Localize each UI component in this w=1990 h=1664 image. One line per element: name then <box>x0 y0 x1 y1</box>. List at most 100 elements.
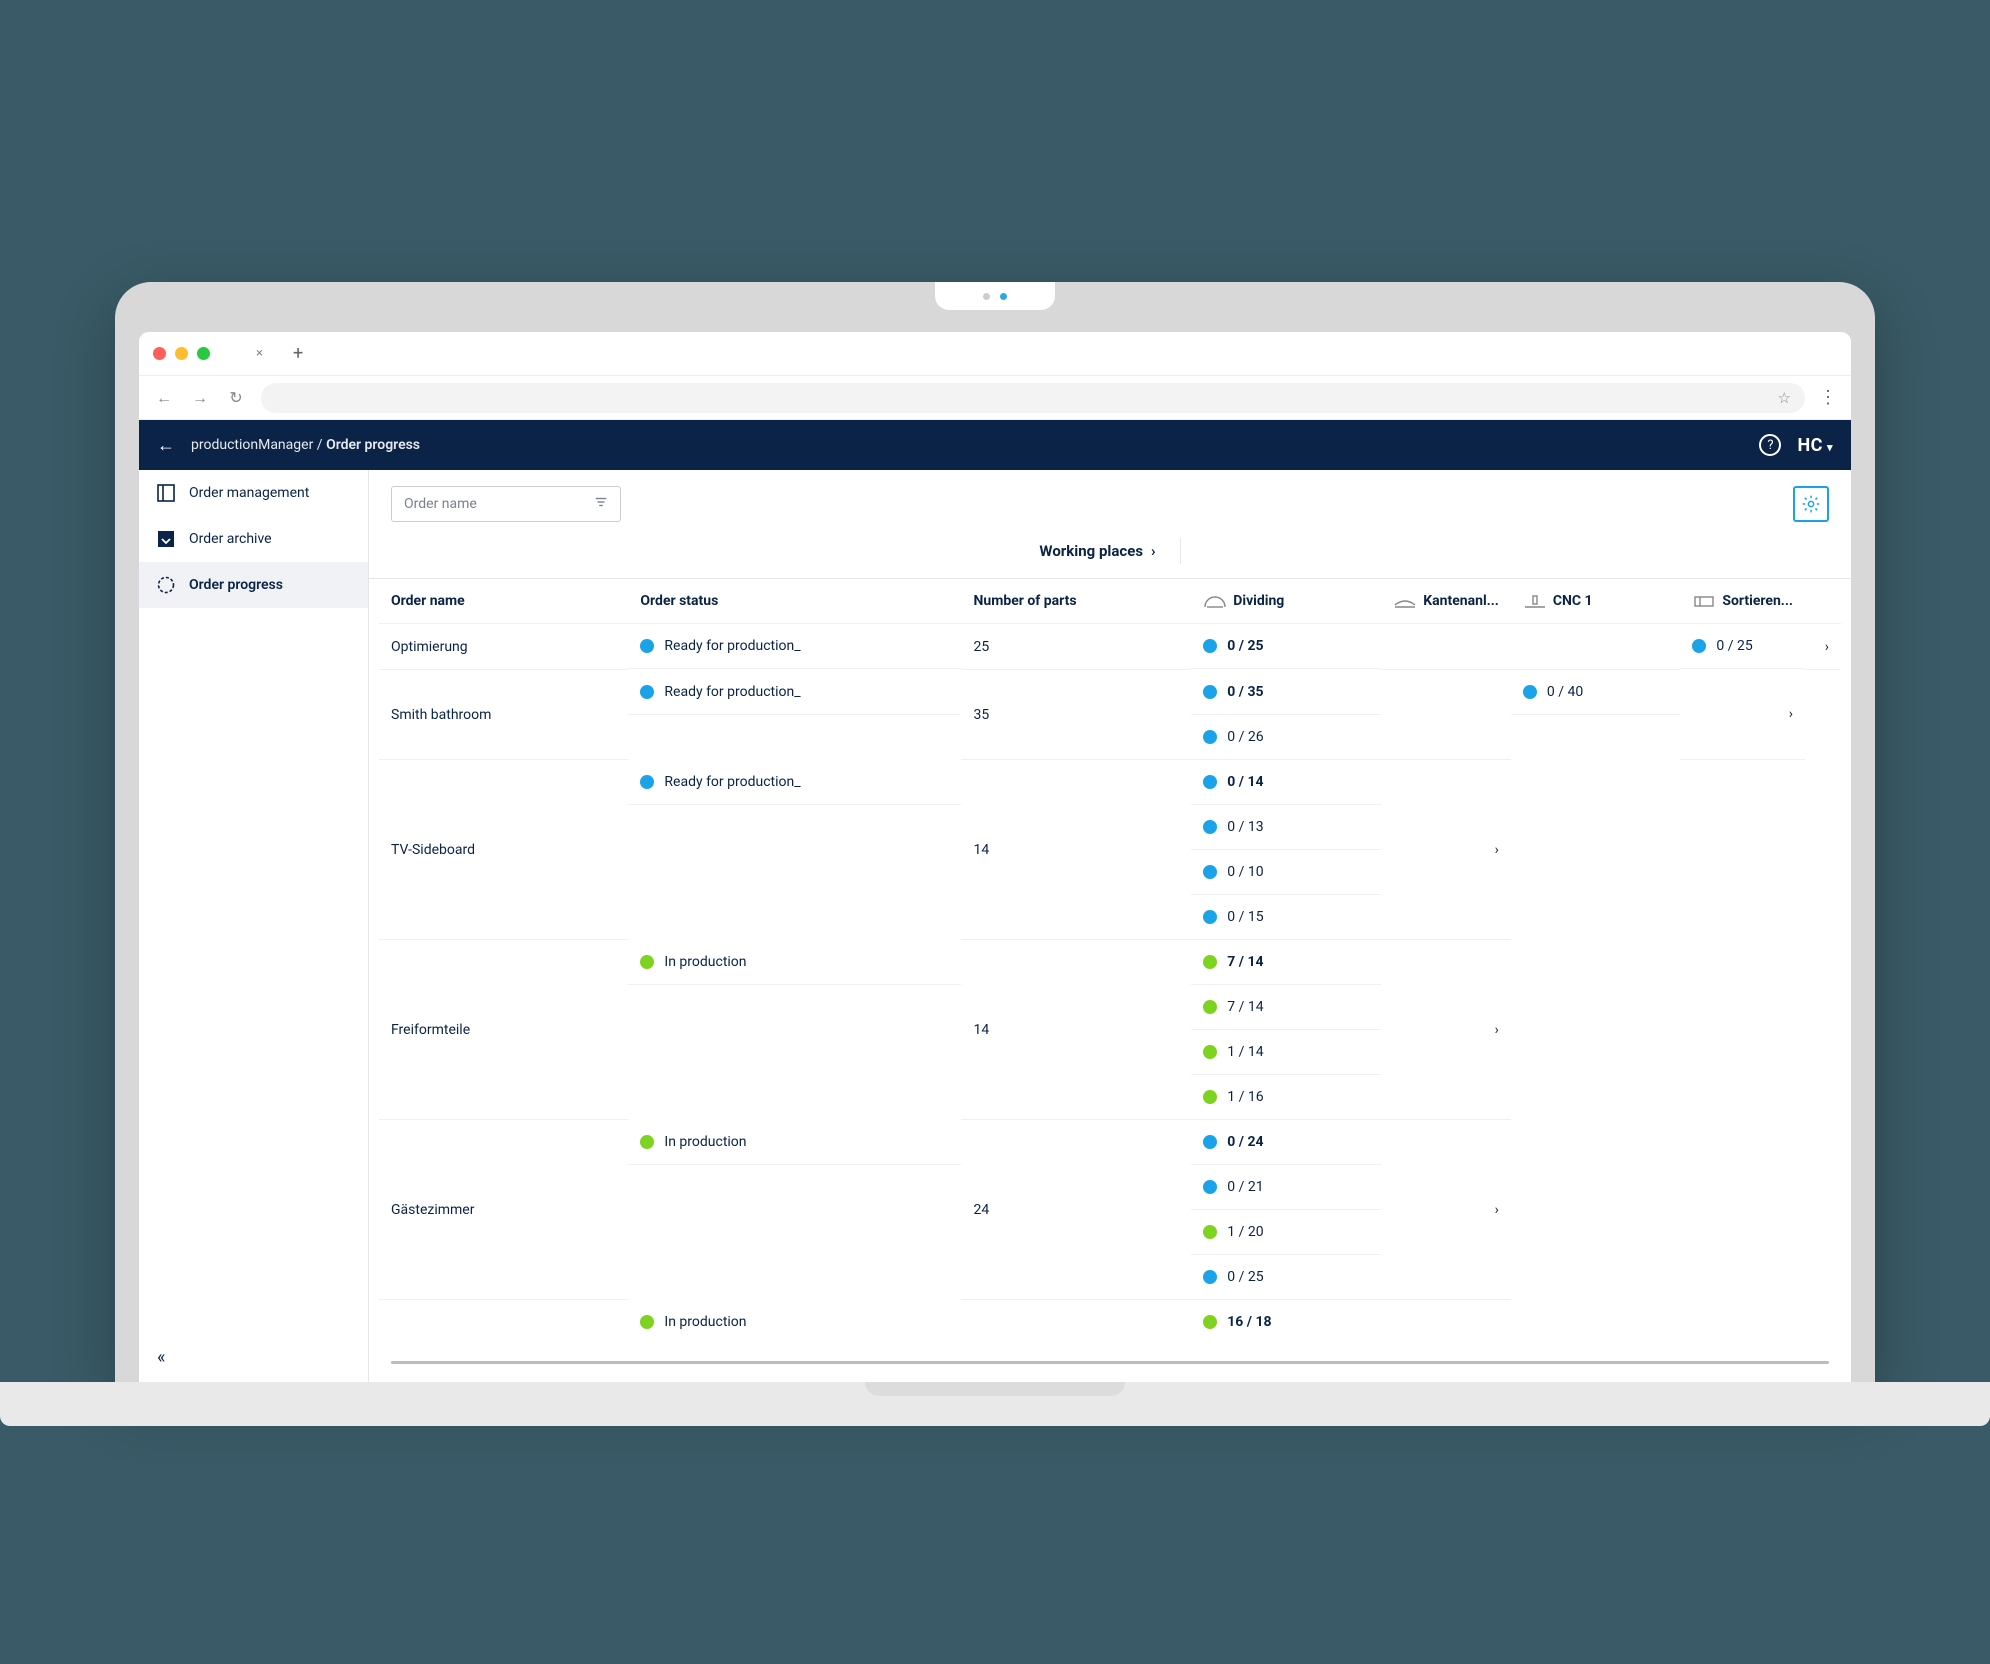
chevron-right-icon: › <box>1495 842 1499 858</box>
row-expand-button[interactable]: › <box>1381 1120 1511 1300</box>
window-maximize-icon[interactable] <box>197 347 210 360</box>
cell-order-status: In production <box>628 940 961 985</box>
cell-progress: 16 / 18 <box>1191 1300 1381 1337</box>
row-expand-button[interactable]: › <box>1805 624 1841 670</box>
cell-order-name: Smith bathroom <box>379 669 628 760</box>
status-label: In production <box>664 954 746 970</box>
cell-order-status: In production <box>628 1120 961 1165</box>
table-row[interactable]: OptimierungReady for production_250 / 25… <box>379 624 1841 670</box>
progress-value: 7 / 14 <box>1227 999 1263 1015</box>
toolbar: Order name <box>369 470 1851 538</box>
progress-value: 1 / 14 <box>1227 1044 1263 1060</box>
row-expand-button[interactable]: › <box>1680 669 1805 760</box>
cell-progress: 0 / 14 <box>1191 760 1381 805</box>
status-label: In production <box>664 1314 746 1330</box>
cell-progress <box>1511 624 1681 670</box>
filter-order-name[interactable]: Order name <box>391 486 621 522</box>
breadcrumb-sep: / <box>317 437 323 453</box>
cell-order-status: Ready for production_ <box>628 670 961 715</box>
cell-num-parts: 35 <box>961 669 1191 760</box>
progress-value: 16 / 18 <box>1227 1314 1271 1330</box>
col-station-dividing[interactable]: Dividing <box>1191 579 1381 624</box>
sidebar-item-order-progress[interactable]: Order progress <box>139 562 368 608</box>
window-minimize-icon[interactable] <box>175 347 188 360</box>
row-expand-button[interactable]: › <box>1381 940 1511 1120</box>
col-station-sortieren[interactable]: Sortieren... <box>1680 579 1805 624</box>
status-dot-icon <box>640 955 654 969</box>
cell-progress: 0 / 25 <box>1191 624 1381 669</box>
chevron-right-icon: › <box>1825 639 1829 655</box>
sidebar-collapse-icon[interactable]: « <box>157 1347 165 1368</box>
progress-icon <box>157 576 175 594</box>
cell-progress: 0 / 10 <box>1191 850 1381 895</box>
list-icon <box>157 484 175 502</box>
cell-progress: 0 / 35 <box>1191 670 1381 715</box>
progress-dot-icon <box>1692 639 1706 653</box>
progress-value: 0 / 25 <box>1716 638 1752 654</box>
tab-working-places[interactable]: Working places › <box>1039 542 1155 560</box>
table-row[interactable]: Smith bathroomReady for production_350 /… <box>379 669 1841 760</box>
chevron-down-icon: ▾ <box>1827 441 1833 454</box>
col-num-parts[interactable]: Number of parts <box>961 579 1191 624</box>
col-order-name[interactable]: Order name <box>379 579 628 624</box>
cell-num-parts: 18 <box>961 1300 1191 1337</box>
settings-button[interactable] <box>1793 486 1829 522</box>
progress-dot-icon <box>1523 685 1537 699</box>
sidebar-item-label: Order management <box>189 485 309 501</box>
help-icon[interactable]: ? <box>1759 434 1781 456</box>
browser-menu-icon[interactable]: ⋮ <box>1819 387 1837 408</box>
progress-dot-icon <box>1203 730 1217 744</box>
tab-close-icon[interactable]: × <box>256 346 263 361</box>
url-field[interactable]: ☆ <box>261 383 1805 413</box>
nav-back-icon[interactable]: ← <box>153 388 175 408</box>
col-order-status[interactable]: Order status <box>628 579 961 624</box>
row-expand-button[interactable]: › <box>1381 1300 1511 1337</box>
horizontal-scroll-track[interactable] <box>391 1361 1829 1364</box>
cell-progress: 0 / 40 <box>1511 670 1681 715</box>
app-back-icon[interactable]: ← <box>157 435 175 456</box>
progress-value: 0 / 21 <box>1227 1179 1263 1195</box>
cell-order-status: Ready for production_ <box>628 624 961 669</box>
bookmark-star-icon[interactable]: ☆ <box>1778 389 1791 407</box>
progress-dot-icon <box>1203 1225 1217 1239</box>
cell-progress <box>1381 669 1511 760</box>
laptop-base <box>0 1382 1990 1426</box>
chevron-right-icon: › <box>1495 1022 1499 1038</box>
cell-order-name: TV-Sideboard <box>379 760 628 940</box>
col-station-kantenanl[interactable]: Kantenanl... <box>1381 579 1511 624</box>
progress-value: 0 / 26 <box>1227 729 1263 745</box>
progress-value: 0 / 10 <box>1227 864 1263 880</box>
breadcrumb-root[interactable]: productionManager <box>191 437 313 453</box>
col-station-cnc1[interactable]: CNC 1 <box>1511 579 1681 624</box>
saw-icon <box>1203 593 1227 609</box>
browser-tab[interactable]: × <box>230 338 277 370</box>
cell-order-name: Gästezimmer <box>379 1120 628 1300</box>
orders-table: Order name Order status Number of parts … <box>379 579 1841 1337</box>
window-close-icon[interactable] <box>153 347 166 360</box>
cell-num-parts: 14 <box>961 760 1191 940</box>
table-wrap[interactable]: Order name Order status Number of parts … <box>379 579 1841 1337</box>
table-row[interactable]: Lowboard + RegalIn production1816 / 1814… <box>379 1300 1841 1337</box>
progress-value: 1 / 20 <box>1227 1224 1263 1240</box>
new-tab-button[interactable]: + <box>287 343 309 364</box>
sidebar-item-order-management[interactable]: Order management <box>139 470 368 516</box>
table-row[interactable]: TV-SideboardReady for production_140 / 1… <box>379 760 1841 940</box>
nav-forward-icon[interactable]: → <box>189 388 211 408</box>
laptop-frame: × + ← → ↻ ☆ ⋮ ← productionManager / Orde… <box>115 282 1875 1382</box>
row-expand-button[interactable]: › <box>1381 760 1511 940</box>
progress-dot-icon <box>1203 685 1217 699</box>
progress-value: 0 / 14 <box>1227 774 1263 790</box>
progress-dot-icon <box>1203 775 1217 789</box>
cell-progress: 7 / 14 <box>1191 985 1381 1030</box>
brand-menu[interactable]: HC▾ <box>1797 435 1833 456</box>
filter-placeholder: Order name <box>404 496 477 512</box>
progress-value: 7 / 14 <box>1227 954 1263 970</box>
sidebar-item-order-archive[interactable]: Order archive <box>139 516 368 562</box>
status-dot-icon <box>640 685 654 699</box>
progress-value: 0 / 25 <box>1227 1269 1263 1285</box>
screen: × + ← → ↻ ☆ ⋮ ← productionManager / Orde… <box>139 332 1851 1382</box>
cnc-icon <box>1523 593 1547 609</box>
table-row[interactable]: GästezimmerIn production240 / 240 / 211 … <box>379 1120 1841 1300</box>
table-row[interactable]: FreiformteileIn production147 / 147 / 14… <box>379 940 1841 1120</box>
nav-reload-icon[interactable]: ↻ <box>225 388 247 407</box>
